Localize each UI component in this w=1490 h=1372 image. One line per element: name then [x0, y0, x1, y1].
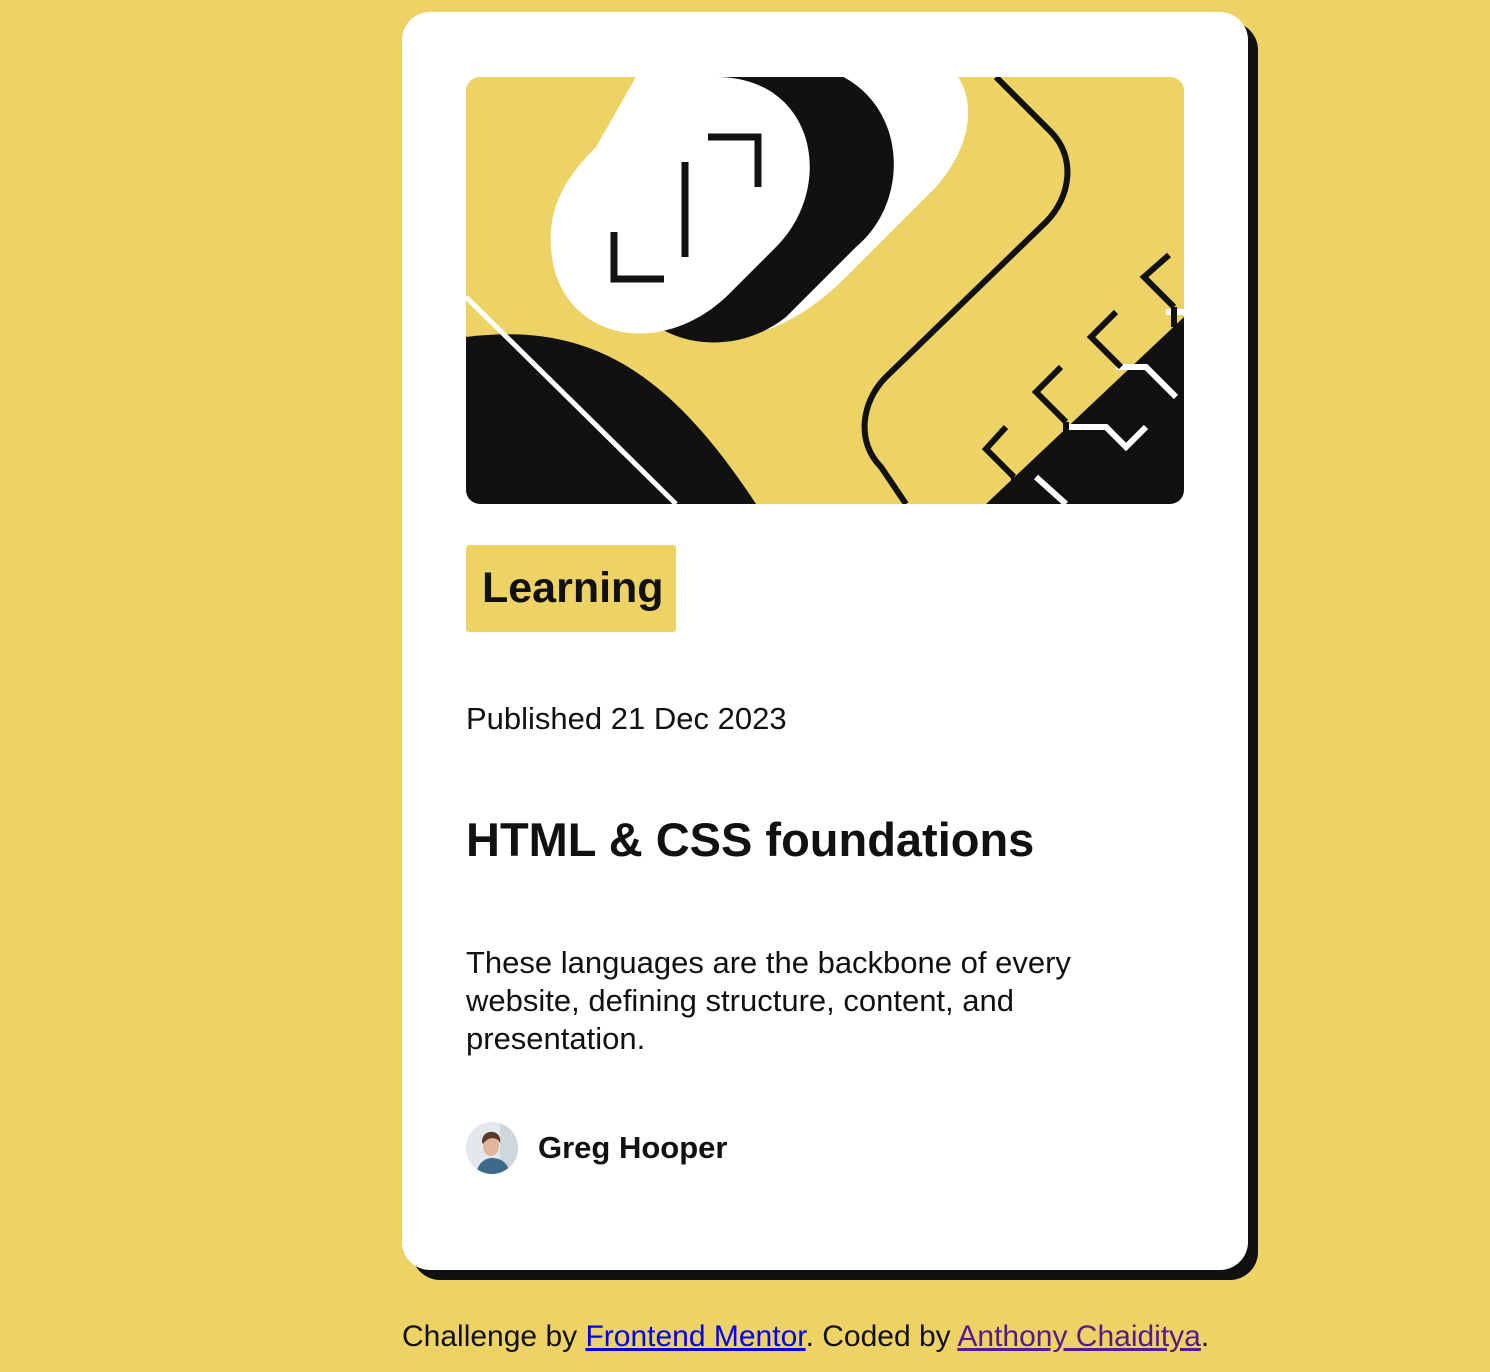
author-name: Greg Hooper	[538, 1130, 728, 1165]
attribution-suffix: .	[1200, 1320, 1210, 1353]
category-tag: Learning	[466, 545, 676, 632]
card-title[interactable]: HTML & CSS foundations	[466, 812, 1034, 867]
attribution-prefix: Challenge by	[402, 1320, 586, 1353]
author-link[interactable]: Anthony Chaiditya	[957, 1320, 1201, 1353]
attribution-middle: . Coded by	[805, 1320, 958, 1353]
avatar	[466, 1122, 518, 1174]
frontend-mentor-link[interactable]: Frontend Mentor	[585, 1320, 805, 1353]
attribution: Challenge by Frontend Mentor. Coded by A…	[402, 1320, 1209, 1354]
blog-preview-card: Learning Published 21 Dec 2023 HTML & CS…	[402, 12, 1248, 1270]
hero-illustration-image	[466, 77, 1184, 504]
hero-illustration	[466, 77, 1184, 504]
author: Greg Hooper	[466, 1122, 727, 1174]
card-description: These languages are the backbone of ever…	[466, 945, 1071, 1056]
avatar-photo-icon	[466, 1122, 518, 1174]
category-tag-label: Learning	[482, 564, 664, 612]
published-date: Published 21 Dec 2023	[466, 701, 787, 736]
